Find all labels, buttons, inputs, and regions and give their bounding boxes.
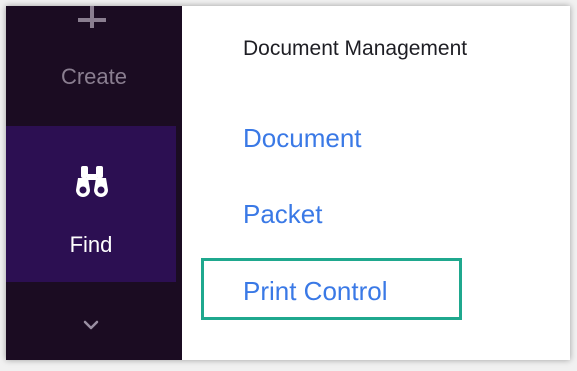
menu-section-title: Document Management [243,37,468,60]
binoculars-icon [76,166,108,197]
document-management-menu: Document Management Document Packet Prin… [182,6,570,360]
sidebar-item-create[interactable]: Create [6,6,182,124]
sidebar-item-more[interactable] [6,288,182,360]
sidebar-item-label: Find [69,232,113,257]
menu-link-print-control[interactable]: Print Control [243,276,388,307]
menu-link-document[interactable]: Document [243,123,362,154]
chevron-down-icon [83,320,99,330]
plus-icon [78,6,106,28]
app-window: Create Find Document Management Document… [6,6,570,360]
sidebar-item-label: Create [60,64,128,89]
sidebar-item-find[interactable]: Find [6,126,176,282]
sidebar-nav: Create Find [6,6,182,360]
menu-link-packet[interactable]: Packet [243,199,323,230]
